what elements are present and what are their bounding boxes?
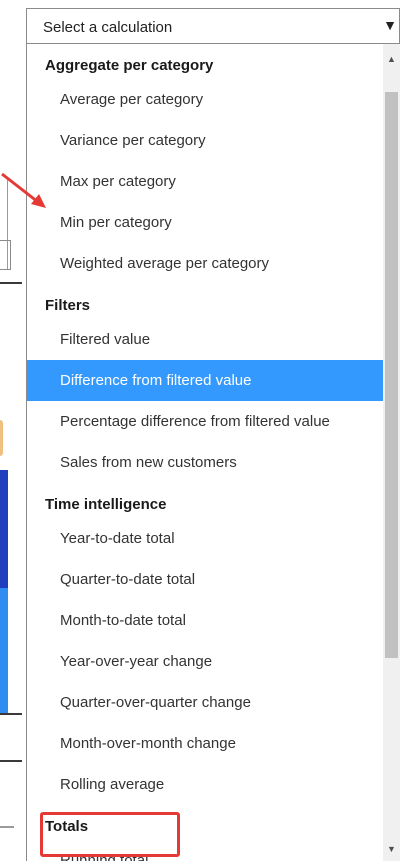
dropdown-options: Aggregate per category Average per catego… xyxy=(27,44,384,861)
background-chart-bar-light xyxy=(0,588,8,713)
option-min-per-category[interactable]: Min per category xyxy=(27,202,384,243)
calculation-dropdown-list: Aggregate per category Average per catego… xyxy=(26,44,400,861)
option-rolling-average[interactable]: Rolling average xyxy=(27,764,384,805)
option-average-per-category[interactable]: Average per category xyxy=(27,79,384,120)
option-weighted-average-per-category[interactable]: Weighted average per category xyxy=(27,243,384,284)
background-panel xyxy=(0,0,26,861)
scroll-up-icon[interactable]: ▲ xyxy=(383,44,400,74)
background-box xyxy=(0,240,11,270)
select-placeholder: Select a calculation xyxy=(43,19,173,36)
option-year-over-year-change[interactable]: Year-over-year change xyxy=(27,641,384,682)
option-percentage-difference-from-filtered-value[interactable]: Percentage difference from filtered valu… xyxy=(27,401,384,442)
background-rule xyxy=(0,713,22,715)
option-month-over-month-change[interactable]: Month-over-month change xyxy=(27,723,384,764)
group-header-filters: Filters xyxy=(45,297,91,314)
option-sales-from-new-customers[interactable]: Sales from new customers xyxy=(27,442,384,483)
option-filtered-value[interactable]: Filtered value xyxy=(27,319,384,360)
background-rule xyxy=(0,826,14,828)
background-chart-bar-dark xyxy=(0,470,8,588)
option-variance-per-category[interactable]: Variance per category xyxy=(27,120,384,161)
option-quarter-to-date-total[interactable]: Quarter-to-date total xyxy=(27,559,384,600)
group-header-aggregate-per-category: Aggregate per category xyxy=(45,57,214,74)
option-max-per-category[interactable]: Max per category xyxy=(27,161,384,202)
chevron-down-icon[interactable]: ▼ xyxy=(383,17,397,33)
background-rule xyxy=(0,760,22,762)
running-total-highlight xyxy=(40,812,180,857)
option-difference-from-filtered-value[interactable]: Difference from filtered value xyxy=(27,360,384,401)
annotation-arrow-icon xyxy=(1,172,46,208)
background-rule xyxy=(0,282,22,284)
dropdown-scrollbar[interactable]: ▲ ▼ xyxy=(383,44,400,861)
scroll-thumb[interactable] xyxy=(385,92,398,658)
option-month-to-date-total[interactable]: Month-to-date total xyxy=(27,600,384,641)
group-header-time-intelligence: Time intelligence xyxy=(45,496,167,513)
option-year-to-date-total[interactable]: Year-to-date total xyxy=(27,518,384,559)
calculation-select[interactable]: Select a calculation ▼ xyxy=(26,8,400,44)
background-accent xyxy=(0,420,3,456)
option-quarter-over-quarter-change[interactable]: Quarter-over-quarter change xyxy=(27,682,384,723)
scroll-down-icon[interactable]: ▼ xyxy=(383,837,400,861)
